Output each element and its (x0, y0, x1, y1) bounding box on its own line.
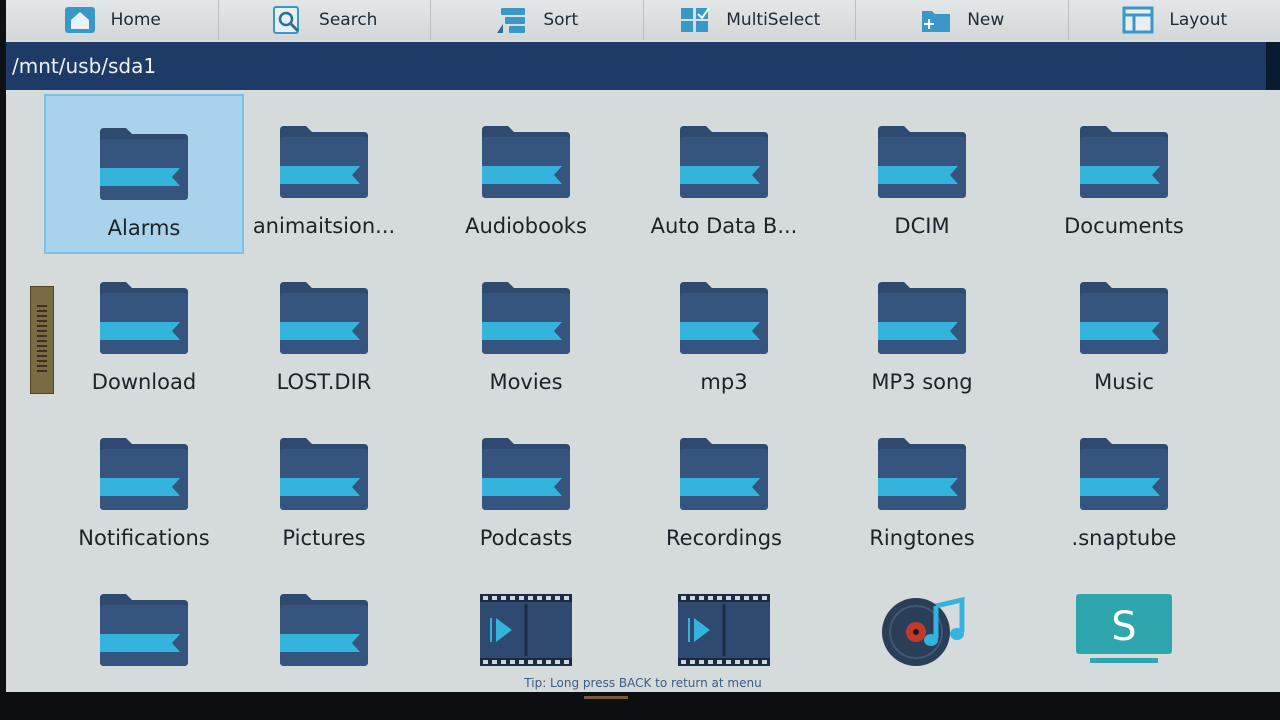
new-folder-icon (922, 11, 951, 32)
search-button-label: Search (319, 10, 378, 30)
screen-bezel (0, 692, 1280, 720)
file-tile[interactable]: Auto Data B... (624, 94, 824, 254)
file-tile[interactable] (822, 562, 1022, 692)
folder-icon (280, 594, 368, 666)
file-tile-label: animaitsion... (252, 214, 396, 238)
folder-icon (280, 438, 368, 510)
file-tile[interactable]: Documents (1024, 94, 1224, 254)
folder-icon (482, 282, 570, 354)
path-bar-edge (1266, 42, 1280, 90)
video-file-icon (480, 594, 572, 666)
file-tile[interactable]: .snaptube (1024, 406, 1224, 566)
file-tile-label: Pictures (282, 526, 366, 550)
sort-icon (497, 8, 526, 33)
folder-icon (100, 594, 188, 666)
file-tile[interactable] (624, 562, 824, 692)
file-tile-label: mp3 (700, 370, 748, 394)
power-led (584, 696, 628, 699)
tip-text: Tip: Long press BACK to return at menu (524, 676, 762, 690)
sort-button[interactable]: Sort (430, 0, 643, 40)
file-tile-label: Audiobooks (465, 214, 587, 238)
folder-icon (680, 282, 768, 354)
file-tile[interactable]: Download (44, 250, 244, 410)
layout-button[interactable]: Layout (1067, 0, 1280, 40)
folder-icon (878, 126, 966, 198)
new-button-label: New (967, 10, 1005, 30)
file-tile[interactable]: DCIM (822, 94, 1022, 254)
folder-icon (680, 126, 768, 198)
file-tile-label: Music (1094, 370, 1154, 394)
file-tile[interactable]: Podcasts (426, 406, 626, 566)
file-tile-label: DCIM (894, 214, 950, 238)
multiselect-button-label: MultiSelect (726, 10, 821, 30)
file-tile[interactable]: Pictures (224, 406, 424, 566)
file-tile-label: LOST.DIR (276, 370, 372, 394)
file-tile[interactable]: Ringtones (822, 406, 1022, 566)
file-tile[interactable]: Music (1024, 250, 1224, 410)
file-tile[interactable] (224, 562, 424, 692)
file-tile[interactable] (426, 562, 626, 692)
file-tile[interactable]: animaitsion... (224, 94, 424, 254)
layout-button-label: Layout (1169, 10, 1228, 30)
folder-icon (280, 126, 368, 198)
file-tile-label: Auto Data B... (650, 214, 798, 238)
current-path: /mnt/usb/sda1 (12, 54, 157, 78)
folder-icon (482, 126, 570, 198)
snaptube-app-icon: S (1076, 594, 1172, 663)
file-tile-label: Movies (489, 370, 563, 394)
home-icon (64, 7, 95, 33)
folder-icon (1080, 438, 1168, 510)
layout-icon (1122, 6, 1154, 34)
file-tile-label: Recordings (666, 526, 782, 550)
file-tile[interactable]: Recordings (624, 406, 824, 566)
toolbar: Home Search Sort MultiSelect New Layout (6, 0, 1280, 40)
file-tile[interactable]: MP3 song (822, 250, 1022, 410)
file-manager-screen: Home Search Sort MultiSelect New Layout … (6, 0, 1280, 692)
file-tile-label: Download (91, 370, 197, 394)
file-tile-label: Documents (1064, 214, 1184, 238)
svg-text:S: S (1111, 604, 1136, 650)
folder-icon (482, 438, 570, 510)
folder-icon (878, 282, 966, 354)
new-button[interactable]: New (855, 0, 1068, 40)
search-button[interactable]: Search (217, 0, 431, 40)
folder-icon (100, 128, 188, 200)
file-tile-label: Alarms (107, 216, 181, 240)
home-button-label: Home (110, 10, 161, 30)
file-tile-label: MP3 song (871, 370, 973, 394)
multiselect-button[interactable]: MultiSelect (642, 0, 856, 40)
folder-icon (280, 282, 368, 354)
folder-icon (680, 438, 768, 510)
folder-icon (100, 282, 188, 354)
file-tile-label: Notifications (78, 526, 210, 550)
file-tile[interactable]: Notifications (44, 406, 244, 566)
file-tile-label: .snaptube (1071, 526, 1177, 550)
file-tile[interactable]: Alarms (44, 94, 244, 254)
folder-icon (878, 438, 966, 510)
multiselect-icon (681, 7, 711, 32)
home-button[interactable]: Home (6, 0, 218, 40)
handle-grip (37, 305, 47, 375)
folder-icon (1080, 282, 1168, 354)
sort-button-label: Sort (543, 10, 579, 30)
file-tile-label: Ringtones (869, 526, 975, 550)
file-tile[interactable]: LOST.DIR (224, 250, 424, 410)
folder-icon (100, 438, 188, 510)
file-grid: Alarms animaitsion... Audiobooks Auto Da… (6, 90, 1280, 692)
audio-file-icon (882, 596, 965, 666)
side-scroll-handle[interactable] (30, 286, 54, 394)
file-tile[interactable] (44, 562, 244, 692)
file-tile[interactable]: mp3 (624, 250, 824, 410)
file-tile[interactable]: Movies (426, 250, 626, 410)
file-tile[interactable]: S (1024, 562, 1224, 692)
folder-icon (1080, 126, 1168, 198)
search-icon (273, 6, 300, 34)
file-tile[interactable]: Audiobooks (426, 94, 626, 254)
path-bar: /mnt/usb/sda1 (6, 42, 1280, 90)
file-tile-label: Podcasts (479, 526, 573, 550)
video-file-icon (678, 594, 770, 666)
